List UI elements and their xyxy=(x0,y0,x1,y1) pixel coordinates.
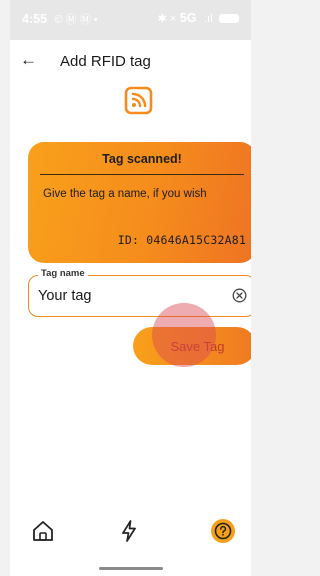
tag-scanned-card: Tag scanned! Give the tag a name, if you… xyxy=(28,142,251,263)
notification-icons: © Ⓜ Ⓜ • xyxy=(54,14,98,26)
status-time-text: 4:55 xyxy=(22,12,48,26)
tag-id: ID: 04646A15C32A81 xyxy=(117,233,246,247)
save-tag-label: Save Tag xyxy=(170,338,225,354)
tag-name-field[interactable]: Tag name xyxy=(28,268,251,317)
save-tag-button[interactable]: Save Tag xyxy=(133,327,251,365)
phone-screen: 4:55 © Ⓜ Ⓜ • ✱ × 5G .ıl ← Add RFID tag T… xyxy=(10,0,251,576)
gesture-handle[interactable] xyxy=(99,567,163,570)
arrow-left-icon[interactable]: ← xyxy=(20,50,37,70)
battery-icon xyxy=(219,14,239,24)
bolt-icon[interactable] xyxy=(116,518,142,544)
status-time: 4:55 © Ⓜ Ⓜ • xyxy=(22,11,98,27)
bluetooth-mute-icons: ✱ × xyxy=(157,13,177,25)
page-title: Add RFID tag xyxy=(60,53,151,70)
status-bar: 4:55 © Ⓜ Ⓜ • ✱ × 5G .ıl xyxy=(10,0,251,40)
home-icon[interactable] xyxy=(30,518,56,544)
app-bar: ← Add RFID tag xyxy=(10,48,251,78)
rfid-tag-icon xyxy=(124,86,153,115)
status-right-icons: ✱ × 5G .ıl xyxy=(154,11,239,25)
card-divider xyxy=(40,174,244,175)
signal-icon: .ıl xyxy=(203,13,213,25)
network-type: 5G xyxy=(179,11,197,25)
bottom-nav xyxy=(10,518,251,558)
card-message: Give the tag a name, if you wish xyxy=(43,188,207,200)
help-icon[interactable] xyxy=(210,518,236,544)
clear-circle-icon[interactable] xyxy=(232,288,247,303)
tag-name-input[interactable] xyxy=(38,286,218,306)
card-heading: Tag scanned! xyxy=(102,152,182,166)
tag-name-label: Tag name xyxy=(38,268,88,279)
